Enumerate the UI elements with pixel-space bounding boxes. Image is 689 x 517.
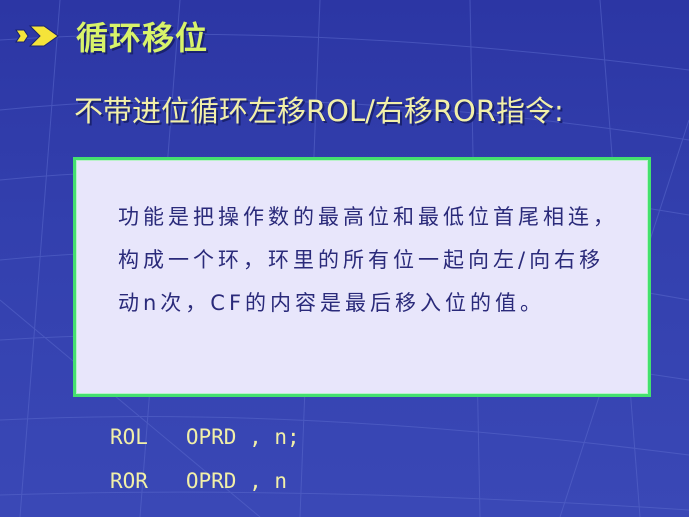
double-arrow-bullet-icon	[15, 25, 59, 47]
description-box: 功能是把操作数的最高位和最低位首尾相连，构成一个环，环里的所有位一起向左/向右移…	[73, 157, 651, 397]
slide-subtitle: 不带进位循环左移ROL/右移ROR指令:	[74, 94, 564, 128]
slide: 循环移位 不带进位循环左移ROL/右移ROR指令: 功能是把操作数的最高位和最低…	[0, 0, 689, 517]
description-text: 功能是把操作数的最高位和最低位首尾相连，构成一个环，环里的所有位一起向左/向右移…	[118, 205, 618, 315]
title-row: 循环移位	[14, 14, 208, 58]
code-line-ror: ROR OPRD , n	[110, 469, 288, 493]
slide-title: 循环移位	[76, 19, 209, 57]
code-line-rol: ROL OPRD , n;	[110, 425, 300, 449]
